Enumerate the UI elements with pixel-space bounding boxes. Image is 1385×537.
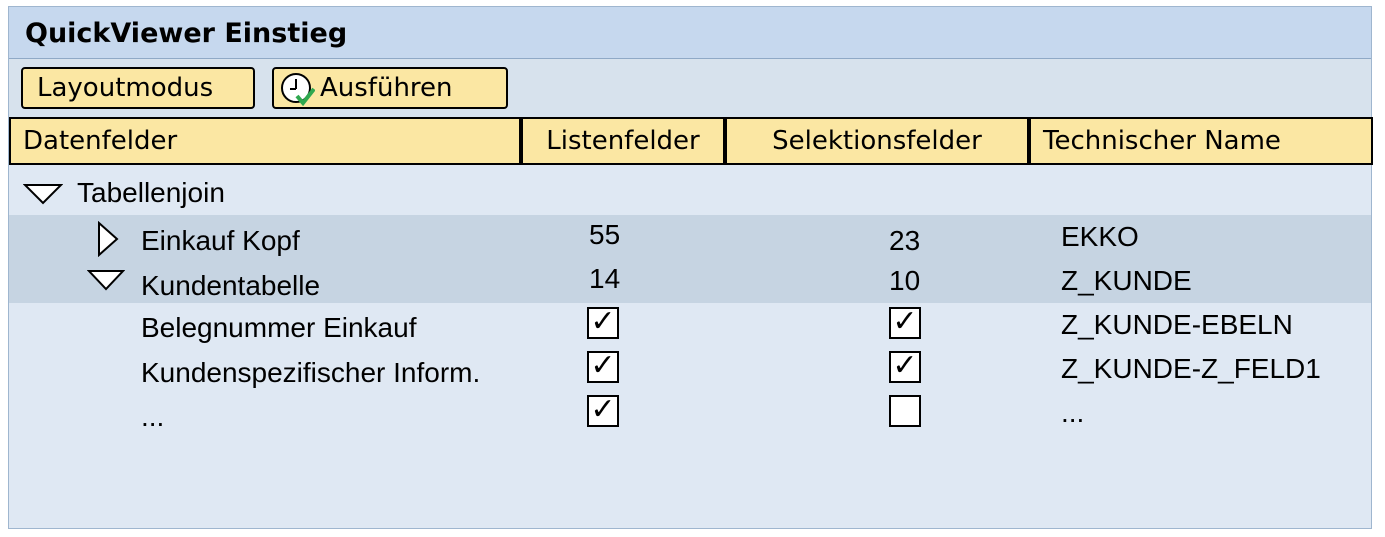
field-row-more[interactable]: ... ✓ ... — [9, 391, 1371, 435]
checkmark-icon: ✓ — [892, 348, 918, 383]
column-header-selektionsfelder[interactable]: Selektionsfelder — [725, 117, 1029, 165]
technical-name: Z_KUNDE — [1061, 265, 1192, 296]
selection-field-checkbox[interactable] — [889, 395, 921, 427]
checkmark-icon: ✓ — [590, 304, 616, 339]
list-count: 55 — [589, 219, 621, 250]
layout-mode-label: Layoutmodus — [37, 73, 214, 103]
checkmark-icon: ✓ — [590, 348, 616, 383]
list-field-checkbox[interactable]: ✓ — [587, 351, 619, 383]
toolbar: Layoutmodus Ausführen — [9, 59, 1371, 117]
selection-count: 10 — [889, 265, 921, 296]
title-bar: QuickViewer Einstieg — [9, 7, 1371, 59]
selection-field-checkbox[interactable]: ✓ — [889, 351, 921, 383]
triangle-down-icon[interactable] — [23, 183, 63, 205]
execute-label: Ausführen — [320, 73, 453, 103]
clock-check-icon — [281, 73, 315, 106]
list-field-checkbox[interactable]: ✓ — [587, 395, 619, 427]
column-header-datenfelder[interactable]: Datenfelder — [9, 117, 521, 165]
tree-node-kundentabelle[interactable]: Kundentabelle 14 10 Z_KUNDE — [9, 259, 1371, 303]
window-title: QuickViewer Einstieg — [25, 18, 348, 49]
quickviewer-window: QuickViewer Einstieg Layoutmodus Ausführ… — [8, 6, 1373, 529]
triangle-down-icon[interactable] — [87, 269, 125, 291]
tree-node-tabellenjoin[interactable]: Tabellenjoin — [9, 171, 1371, 215]
tree-node-label: Kundentabelle — [141, 270, 321, 301]
technical-name: ... — [1061, 397, 1085, 428]
column-header-technischer-name[interactable]: Technischer Name — [1029, 117, 1373, 165]
field-label: Belegnummer Einkauf — [141, 312, 417, 343]
column-header-row: Datenfelder Listenfelder Selektionsfelde… — [9, 117, 1373, 165]
tree-node-einkauf-kopf[interactable]: Einkauf Kopf 55 23 EKKO — [9, 215, 1371, 259]
checkmark-icon: ✓ — [892, 304, 918, 339]
execute-button[interactable]: Ausführen — [272, 67, 508, 109]
layout-mode-button[interactable]: Layoutmodus — [21, 67, 255, 109]
triangle-right-icon[interactable] — [97, 221, 119, 257]
field-row-kundenspezifisch[interactable]: Kundenspezifischer Inform. ✓ ✓ Z_KUNDE-Z… — [9, 347, 1371, 391]
list-field-checkbox[interactable]: ✓ — [587, 307, 619, 339]
column-header-listenfelder[interactable]: Listenfelder — [521, 117, 725, 165]
selection-count: 23 — [889, 225, 921, 256]
field-label: Kundenspezifischer Inform. — [141, 357, 481, 388]
field-label: ... — [141, 401, 165, 432]
selection-field-checkbox[interactable]: ✓ — [889, 307, 921, 339]
technical-name: EKKO — [1061, 221, 1139, 252]
tree-node-label: Einkauf Kopf — [141, 225, 300, 256]
list-count: 14 — [589, 263, 621, 294]
field-row-belegnummer[interactable]: Belegnummer Einkauf ✓ ✓ Z_KUNDE-EBELN — [9, 303, 1371, 347]
tree-node-label: Tabellenjoin — [77, 177, 225, 208]
technical-name: Z_KUNDE-Z_FELD1 — [1061, 353, 1321, 384]
technical-name: Z_KUNDE-EBELN — [1061, 309, 1293, 340]
checkmark-icon: ✓ — [590, 392, 616, 427]
